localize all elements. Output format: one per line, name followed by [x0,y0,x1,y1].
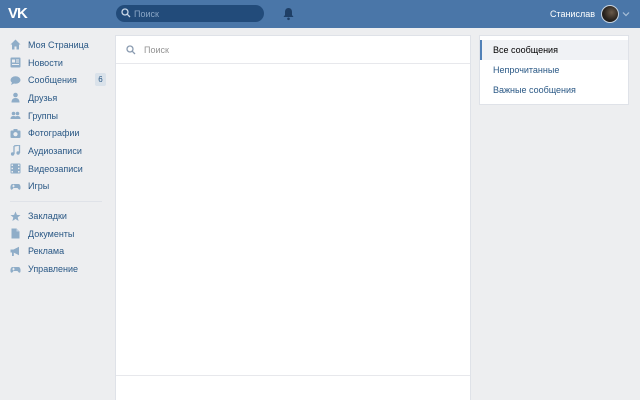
friend-icon [11,93,20,103]
gamepad-icon [10,266,21,273]
sidebar-item-label: Игры [28,181,50,192]
dialog-search[interactable] [116,36,470,64]
top-bar: VK Станислав [0,0,640,28]
film-icon [10,163,21,174]
dialog-search-input[interactable] [144,42,444,57]
sidebar-item-audio[interactable]: Аудиозаписи [0,142,112,160]
unread-count-badge: 6 [95,73,106,87]
sidebar-item-label: Группы [28,110,58,121]
sidebar-item-label: Реклама [28,246,65,257]
filter-unread[interactable]: Непрочитанные [480,60,628,80]
message-filter-menu: Все сообщения Непрочитанные Важные сообщ… [480,36,628,104]
home-icon [10,39,21,50]
sidebar-item-label: Закладки [28,211,67,222]
left-sidebar: Моя Страница Новости Сообщения 6 Друзья [0,36,112,278]
sidebar-divider [10,201,102,203]
news-icon [10,57,21,68]
sidebar-item-label: Сообщения [28,75,77,86]
sidebar-item-video[interactable]: Видеозаписи [0,160,112,178]
messages-panel [116,36,470,400]
sidebar-item-label: Управление [28,264,79,275]
star-icon [10,211,21,221]
sidebar-item-news[interactable]: Новости [0,54,112,72]
user-menu[interactable]: Станислав [550,3,630,25]
sidebar-item-bookmarks[interactable]: Закладки [0,207,112,225]
sidebar-item-photos[interactable]: Фотографии [0,124,112,142]
header-search[interactable] [116,5,264,22]
sidebar-item-messages[interactable]: Сообщения 6 [0,71,112,89]
sidebar-item-my-page[interactable]: Моя Страница [0,36,112,54]
sidebar-item-label: Новости [28,57,63,68]
sidebar-item-label: Моя Страница [28,39,89,50]
search-icon [126,45,136,55]
groups-icon [10,111,21,120]
sidebar-item-label: Аудиозаписи [28,145,82,156]
megaphone-icon [10,246,19,256]
sidebar-item-friends[interactable]: Друзья [0,89,112,107]
chevron-down-icon [622,12,630,17]
document-icon [11,228,20,239]
gamepad-icon [10,183,21,190]
search-icon [121,8,131,18]
avatar [601,5,619,23]
vk-logo[interactable]: VK [8,6,32,22]
sidebar-item-ads[interactable]: Реклама [0,243,112,261]
sidebar-item-groups[interactable]: Группы [0,107,112,125]
sidebar-item-documents[interactable]: Документы [0,225,112,243]
filter-all-messages[interactable]: Все сообщения [480,40,628,60]
sidebar-item-label: Фотографии [28,128,80,139]
filter-important[interactable]: Важные сообщения [480,80,628,100]
user-name: Станислав [549,9,595,19]
music-note-icon [10,145,21,157]
sidebar-item-label: Друзья [28,92,58,103]
panel-footer [116,375,470,400]
header-search-input[interactable] [134,6,254,21]
messages-icon [10,75,21,85]
camera-icon [10,128,21,138]
sidebar-item-manage[interactable]: Управление [0,260,112,278]
sidebar-item-games[interactable]: Игры [0,178,112,196]
notifications-bell-icon[interactable] [282,7,295,21]
sidebar-item-label: Видеозаписи [28,163,83,174]
sidebar-item-label: Документы [28,228,75,239]
